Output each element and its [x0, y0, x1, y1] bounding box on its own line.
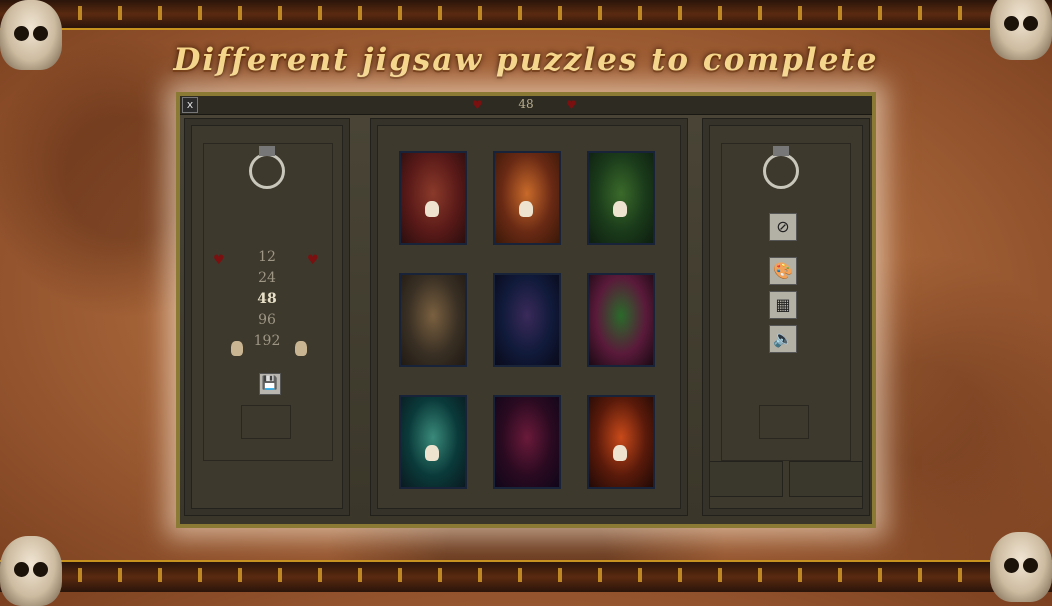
headline: Different jigsaw puzzles to complete — [173, 42, 879, 78]
puzzle-selection-board: x ♥ 48 ♥ ♥ ♥ 12 24 48 96 192 💾 ⊘ 🎨 ▦ 🔈 — [180, 96, 872, 524]
puzzle-thumbnail[interactable] — [493, 273, 561, 367]
game-frame: x ♥ 48 ♥ ♥ ♥ 12 24 48 96 192 💾 ⊘ 🎨 ▦ 🔈 — [176, 92, 876, 528]
speaker-icon[interactable]: 🔈 — [769, 325, 797, 353]
skull-icon — [425, 445, 439, 461]
panel-slot — [709, 461, 783, 497]
puzzle-thumbnail[interactable] — [587, 395, 655, 489]
skull-icon — [295, 341, 307, 356]
piece-count-list: 12 24 48 96 192 — [185, 249, 349, 354]
piece-count-option[interactable]: 12 — [185, 249, 349, 270]
puzzle-thumbnail[interactable] — [493, 151, 561, 245]
door-ring-handle — [249, 146, 285, 189]
right-panel: ⊘ 🎨 ▦ 🔈 — [702, 118, 870, 516]
puzzle-thumbnail[interactable] — [399, 395, 467, 489]
skull-decoration — [0, 536, 62, 606]
skull-icon — [519, 201, 533, 217]
puzzle-thumbnail[interactable] — [587, 151, 655, 245]
floppy-disk-icon[interactable]: 💾 — [259, 373, 281, 395]
puzzle-thumbnail[interactable] — [399, 151, 467, 245]
puzzle-grid-panel — [370, 118, 688, 516]
piece-count-option[interactable]: 24 — [185, 270, 349, 291]
ornate-bottom-border — [0, 560, 1052, 592]
piece-count-option[interactable]: 96 — [185, 312, 349, 333]
puzzle-thumbnail[interactable] — [493, 395, 561, 489]
top-bar: x ♥ 48 ♥ — [180, 96, 872, 115]
piece-count-option-selected[interactable]: 48 — [185, 291, 349, 312]
skull-icon — [231, 341, 243, 356]
palette-icon[interactable]: 🎨 — [769, 257, 797, 285]
piece-count-option[interactable]: 192 — [185, 333, 349, 354]
panel-slot — [789, 461, 863, 497]
puzzle-thumbnail[interactable] — [587, 273, 655, 367]
ornate-top-border — [0, 0, 1052, 30]
heart-icon: ♥ — [566, 98, 577, 112]
door-ring-handle — [763, 146, 799, 189]
piece-count-display: 48 — [518, 97, 534, 111]
image-icon[interactable]: ▦ — [769, 291, 797, 319]
puzzle-thumbnail[interactable] — [399, 273, 467, 367]
left-panel: ♥ ♥ 12 24 48 96 192 💾 — [184, 118, 350, 516]
skull-icon — [613, 201, 627, 217]
skull-icon — [425, 201, 439, 217]
circle-slash-icon[interactable]: ⊘ — [769, 213, 797, 241]
skull-icon — [613, 445, 627, 461]
